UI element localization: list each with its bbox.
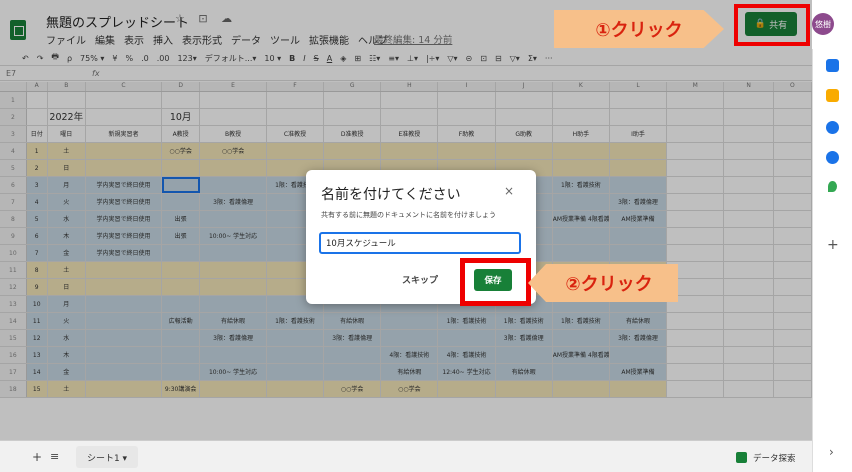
chevron-right-icon[interactable]: ›: [829, 445, 834, 459]
side-panel: + ›: [812, 49, 852, 472]
save-highlight-box: [460, 258, 531, 306]
step1-callout: ①クリック: [554, 10, 724, 48]
add-sheet-button[interactable]: +: [32, 450, 42, 464]
dialog-title: 名前を付けてください: [321, 187, 461, 203]
skip-button[interactable]: スキップ: [402, 273, 438, 286]
tasks-icon[interactable]: [826, 121, 839, 134]
explore-icon[interactable]: [736, 452, 747, 463]
add-addon-icon[interactable]: +: [827, 237, 839, 253]
document-name-input[interactable]: [319, 232, 521, 254]
keep-icon[interactable]: [826, 89, 839, 102]
contacts-icon[interactable]: [826, 151, 839, 164]
maps-icon[interactable]: [828, 181, 837, 192]
step2-callout: ②クリック: [528, 264, 678, 302]
sheet-tab[interactable]: シート1 ▾: [76, 446, 138, 468]
share-highlight-box: [734, 4, 810, 46]
explore-button[interactable]: データ探索: [753, 452, 796, 464]
dialog-message: 共有する前に無題のドキュメントに名前を付けましょう: [321, 211, 496, 219]
bottom-bar: + ≡ シート1 ▾ データ探索: [0, 440, 812, 472]
calendar-icon[interactable]: [826, 59, 839, 72]
close-icon[interactable]: ×: [504, 184, 514, 198]
all-sheets-button[interactable]: ≡: [50, 450, 59, 463]
avatar[interactable]: 悠樹: [812, 13, 834, 35]
